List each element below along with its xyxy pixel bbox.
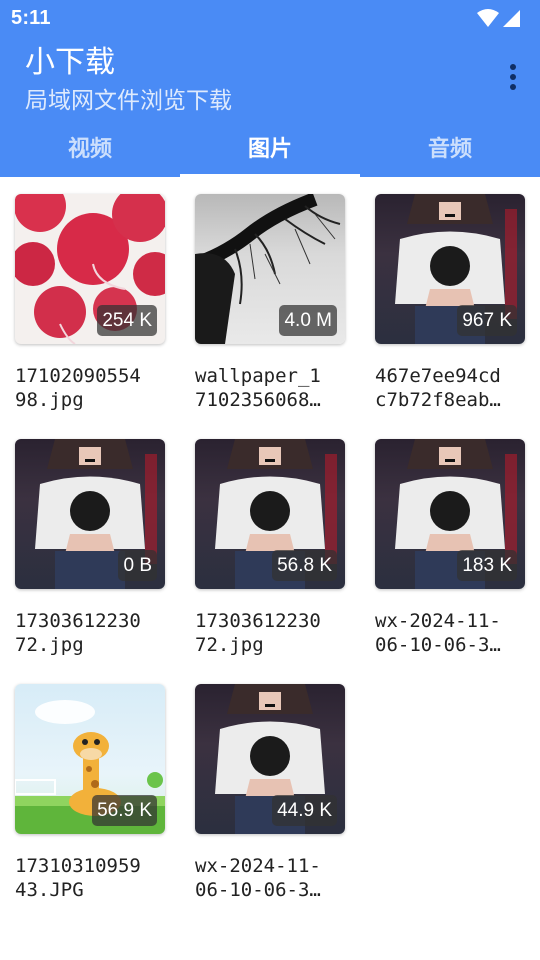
tab-video[interactable]: 视频 — [0, 122, 180, 177]
cell-signal-icon — [503, 10, 520, 27]
file-name: 17102090554 98.jpg — [15, 365, 141, 411]
thumbnail-image: 56.8 K — [195, 439, 345, 589]
file-name: 17303612230 72.jpg — [195, 610, 321, 656]
file-size-badge: 56.8 K — [272, 550, 337, 581]
file-name: wx-2024-11- 06-10-06-3… — [375, 610, 501, 656]
status-bar: 5:11 — [0, 0, 540, 36]
file-name: wx-2024-11- 06-10-06-3… — [195, 855, 321, 901]
grid-item[interactable]: 56.8 K 17303612230 72.jpg — [195, 439, 345, 656]
thumbnail-image: 0 B — [15, 439, 165, 589]
file-size-badge: 4.0 M — [279, 305, 337, 336]
grid-item[interactable]: 56.9 K 17310310959 43.JPG — [15, 684, 165, 901]
thumbnail-image: 967 K — [375, 194, 525, 344]
file-name: 467e7ee94cd c7b72f8eab… — [375, 365, 501, 411]
wifi-icon — [477, 9, 499, 27]
file-size-badge: 44.9 K — [272, 795, 337, 826]
file-size-badge: 183 K — [457, 550, 517, 581]
status-time: 5:11 — [11, 7, 51, 29]
app-bar: 5:11 小下载 局域网文件浏览下载 视频 图片 音频 — [0, 0, 540, 177]
grid-item[interactable]: 254 K 17102090554 98.jpg — [15, 194, 165, 411]
overflow-menu-icon[interactable] — [506, 64, 520, 92]
app-subtitle: 局域网文件浏览下载 — [25, 87, 232, 113]
thumbnail-image: 183 K — [375, 439, 525, 589]
grid-item[interactable]: 44.9 K wx-2024-11- 06-10-06-3… — [195, 684, 345, 901]
file-size-badge: 0 B — [118, 550, 157, 581]
tab-images[interactable]: 图片 — [180, 122, 360, 177]
file-name: 17310310959 43.JPG — [15, 855, 141, 901]
grid-item[interactable]: 4.0 M wallpaper_1 7102356068… — [195, 194, 345, 411]
grid-item[interactable]: 183 K wx-2024-11- 06-10-06-3… — [375, 439, 525, 656]
grid-item[interactable]: 967 K 467e7ee94cd c7b72f8eab… — [375, 194, 525, 411]
thumbnail-image: 56.9 K — [15, 684, 165, 834]
file-size-badge: 56.9 K — [92, 795, 157, 826]
file-size-badge: 967 K — [457, 305, 517, 336]
tab-audio[interactable]: 音频 — [360, 122, 540, 177]
thumbnail-image: 254 K — [15, 194, 165, 344]
tab-bar: 视频 图片 音频 — [0, 122, 540, 177]
file-name: 17303612230 72.jpg — [15, 610, 141, 656]
signal-icons — [477, 9, 520, 27]
thumbnail-image: 44.9 K — [195, 684, 345, 834]
file-name: wallpaper_1 7102356068… — [195, 365, 321, 411]
thumbnail-image: 4.0 M — [195, 194, 345, 344]
app-title: 小下载 — [25, 46, 115, 79]
file-size-badge: 254 K — [97, 305, 157, 336]
grid-item[interactable]: 0 B 17303612230 72.jpg — [15, 439, 165, 656]
